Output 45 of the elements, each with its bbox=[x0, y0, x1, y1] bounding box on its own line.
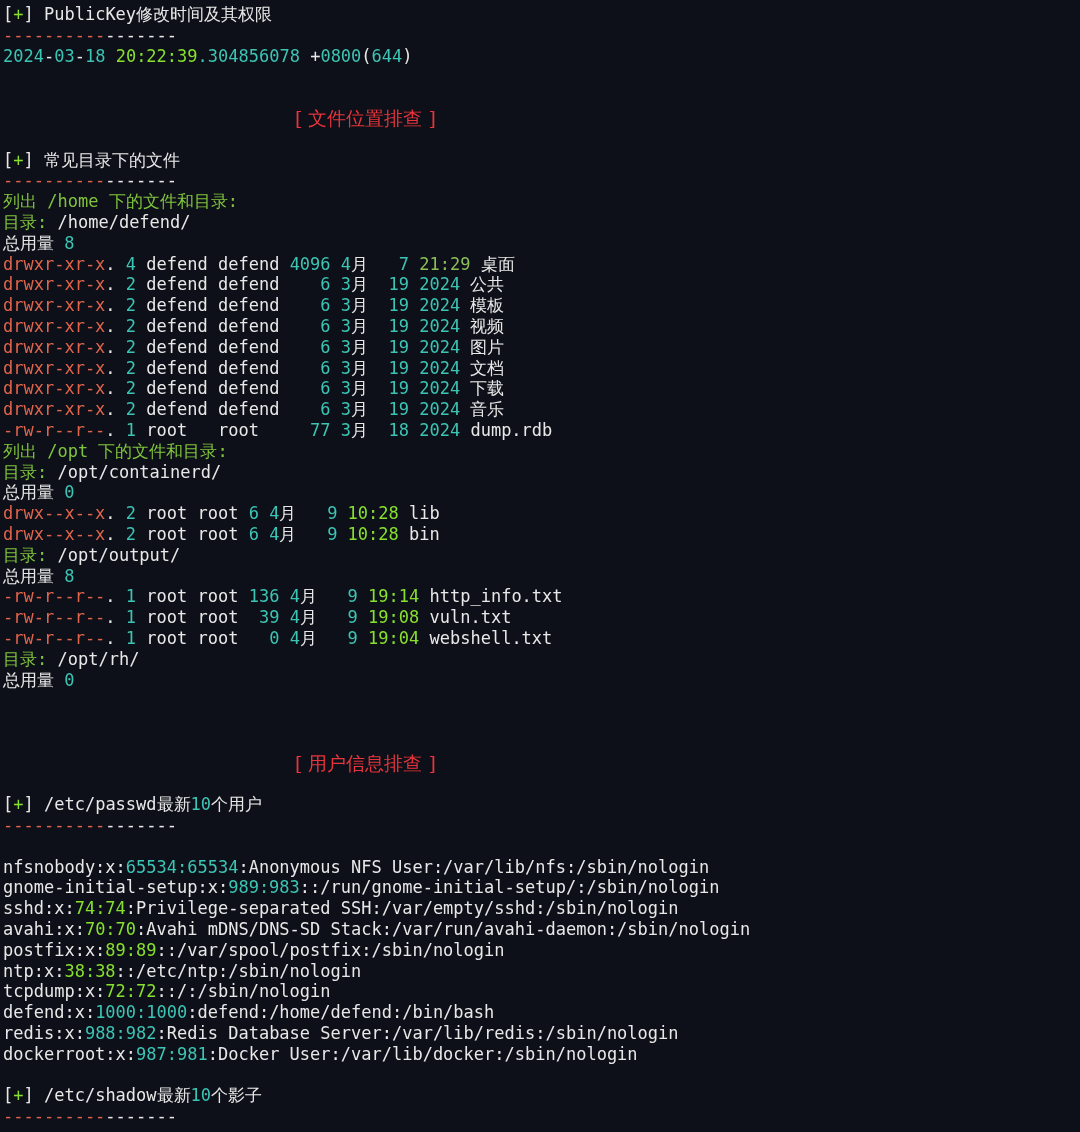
terminal-line: drwxr-xr-x. 2 defend defend 6 3月 19 2024 音乐 bbox=[3, 399, 505, 420]
terminal-line: [+] 常见目录下的文件 bbox=[3, 149, 180, 171]
terminal-line: [+] /etc/shadow最新10个影子 bbox=[3, 1085, 263, 1107]
terminal-line: -rw-r--r--. 1 root root 0 4月 9 19:04 webshell.txt bbox=[3, 627, 553, 649]
terminal-line: redis:x:988:982:Redis Database Server:/var/lib/redis:/sbin/nologin bbox=[3, 1023, 679, 1044]
terminal-line: -rw-r--r--. 1 root root 136 4月 9 19:14 http_info.txt bbox=[3, 586, 563, 608]
terminal-line: drwx--x--x. 2 root root 6 4月 9 10:28 bin bbox=[3, 523, 440, 545]
terminal-line: 列出 /home 下的文件和目录: bbox=[3, 191, 238, 212]
terminal-line: -rw-r--r--. 1 root root 39 4月 9 19:08 vuln.txt bbox=[3, 607, 512, 628]
terminal-line: gnome-initial-setup:x:989:983::/run/gnome-initial-setup/:/sbin/nologin bbox=[3, 877, 720, 899]
terminal-line: 目录: /opt/output/ bbox=[3, 544, 181, 566]
section-heading: [ 用户信息排查 ] bbox=[295, 752, 436, 774]
terminal-line: drwxr-xr-x. 2 defend defend 6 3月 19 2024 图片 bbox=[3, 336, 505, 358]
terminal-line: [+] PublicKey修改时间及其权限 bbox=[3, 4, 273, 25]
terminal-line: avahi:x:70:70:Avahi mDNS/DNS-SD Stack:/var/run/avahi-daemon:/sbin/nologin bbox=[3, 919, 751, 940]
terminal-line: drwxr-xr-x. 2 defend defend 6 3月 19 2024 视频 bbox=[3, 315, 505, 337]
terminal-line: 2024-03-18 20:22:39.304856078 +0800(644) bbox=[3, 45, 413, 67]
terminal-line: drwx--x--x. 2 root root 6 4月 9 10:28 lib bbox=[3, 503, 440, 524]
terminal-line: ntp:x:38:38::/etc/ntp:/sbin/nologin bbox=[3, 960, 362, 982]
terminal-line: 列出 /opt 下的文件和目录: bbox=[3, 440, 228, 462]
terminal-line: defend:x:1000:1000:defend:/home/defend:/bin/bash bbox=[3, 1002, 495, 1024]
terminal-line: nfsnobody:x:65534:65534:Anonymous NFS User:/var/lib/nfs:/sbin/nologin bbox=[3, 856, 710, 878]
terminal-line: drwxr-xr-x. 2 defend defend 6 3月 19 2024 模板 bbox=[3, 295, 505, 316]
terminal-line: drwxr-xr-x. 2 defend defend 6 3月 19 2024 文档 bbox=[3, 357, 505, 379]
terminal-line: ----------------- bbox=[3, 170, 177, 192]
terminal-line: drwxr-xr-x. 2 defend defend 6 3月 19 2024 下载 bbox=[3, 378, 505, 400]
terminal-line: tcpdump:x:72:72::/:/sbin/nologin bbox=[3, 981, 331, 1003]
terminal-line: ----------------- bbox=[3, 1106, 177, 1128]
terminal-line: 总用量 0 bbox=[3, 482, 75, 504]
terminal-line: 总用量 8 bbox=[3, 232, 75, 254]
terminal-line: drwxr-xr-x. 4 defend defend 4096 4月 7 21:29 桌面 bbox=[3, 253, 515, 275]
terminal-line: 目录: /home/defend/ bbox=[3, 211, 191, 233]
terminal-line: 总用量 0 bbox=[3, 669, 75, 691]
terminal-line: sshd:x:74:74:Privilege-separated SSH:/var/empty/sshd:/sbin/nologin bbox=[3, 898, 679, 920]
terminal-line: 目录: /opt/rh/ bbox=[3, 648, 140, 670]
terminal-line: ----------------- bbox=[3, 815, 177, 836]
terminal-line: drwxr-xr-x. 2 defend defend 6 3月 19 2024 公共 bbox=[3, 274, 505, 296]
terminal-line: -rw-r--r--. 1 root root 77 3月 18 2024 dump.rdb bbox=[3, 419, 553, 441]
terminal-line: ----------------- bbox=[3, 24, 177, 46]
section-heading: [ 文件位置排查 ] bbox=[295, 108, 436, 129]
terminal-line: postfix:x:89:89::/var/spool/postfix:/sbin/nologin bbox=[3, 939, 505, 961]
terminal-line: [+] /etc/passwd最新10个用户 bbox=[3, 794, 263, 816]
terminal-line: 目录: /opt/containerd/ bbox=[3, 461, 222, 483]
terminal-line: dockerroot:x:987:981:Docker User:/var/lib/docker:/sbin/nologin bbox=[3, 1043, 638, 1065]
terminal-line: 总用量 8 bbox=[3, 565, 75, 587]
